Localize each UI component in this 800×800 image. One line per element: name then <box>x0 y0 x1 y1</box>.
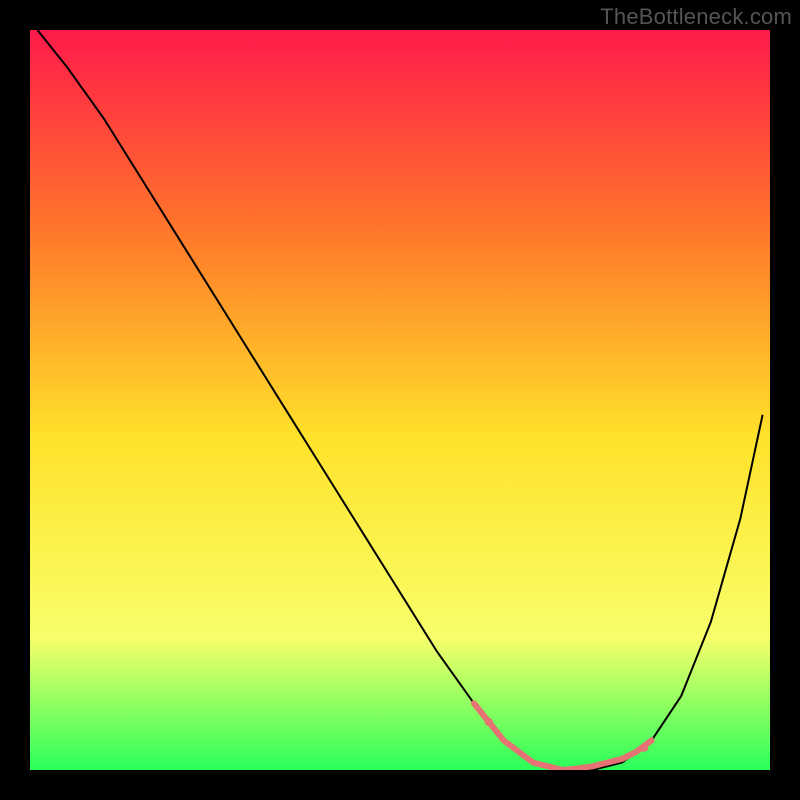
trough-start-marker <box>485 718 493 726</box>
trough-end-marker <box>640 744 648 752</box>
chart-svg <box>30 30 770 770</box>
gradient-background <box>30 30 770 770</box>
watermark-text: TheBottleneck.com <box>600 4 792 30</box>
chart-container: TheBottleneck.com <box>0 0 800 800</box>
plot-area <box>30 30 770 770</box>
